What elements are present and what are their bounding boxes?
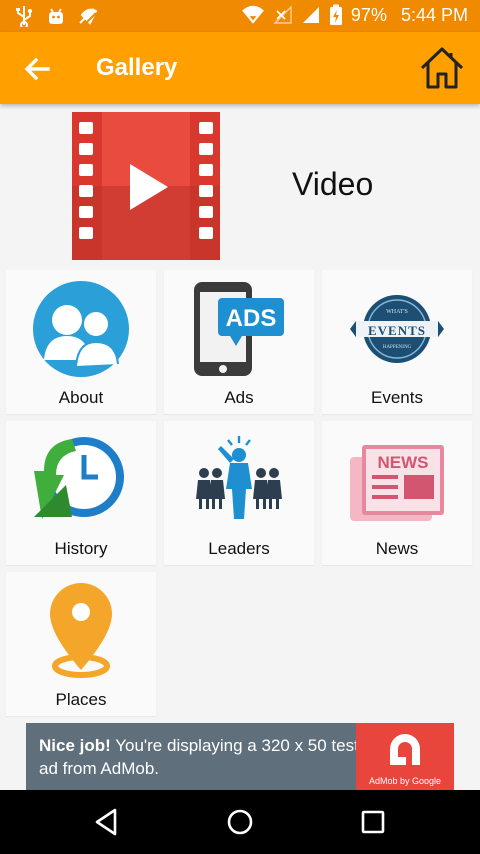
- admob-icon: [390, 734, 420, 765]
- status-right: 97% 5:44 PM: [241, 4, 468, 26]
- ad-caption: AdMob by Google: [368, 776, 442, 786]
- tile-label: About: [58, 388, 104, 407]
- tile-history[interactable]: History: [6, 421, 156, 565]
- tile-events[interactable]: EVENTS WHAT'S HAPPENING Events: [322, 270, 472, 414]
- news-paper-icon: NEWS: [350, 445, 444, 521]
- battery-level: 97%: [350, 4, 387, 25]
- video-row[interactable]: Video: [0, 108, 480, 264]
- tile-label: Places: [55, 690, 107, 709]
- history-clock-icon: [34, 437, 124, 519]
- nav-recents-icon[interactable]: [357, 806, 389, 838]
- app-bar: Gallery: [0, 32, 480, 104]
- tile-label: Events: [371, 388, 423, 407]
- ad-banner[interactable]: Nice job! You're displaying a 320 x 50 t…: [26, 723, 454, 790]
- svg-text:EVENTS: EVENTS: [368, 323, 426, 338]
- wifi-icon: [242, 5, 264, 24]
- tile-news[interactable]: NEWS News: [322, 421, 472, 565]
- tile-label: Leaders: [208, 539, 270, 558]
- svg-text:NEWS: NEWS: [378, 453, 429, 472]
- nav-home-icon[interactable]: [224, 806, 256, 838]
- tile-places[interactable]: Places: [6, 572, 156, 716]
- tile-about[interactable]: About: [6, 270, 156, 414]
- system-nav-bar: [0, 790, 480, 854]
- no-signal-icon: [273, 5, 292, 24]
- notification-icon: [79, 8, 98, 26]
- tile-label: Ads: [224, 388, 254, 407]
- usb-icon: [16, 6, 32, 27]
- battery-charging-icon: [329, 4, 342, 25]
- place-pin-icon: [50, 583, 112, 678]
- tile-ads[interactable]: ADS Ads: [164, 270, 314, 414]
- signal-icon: [302, 7, 319, 23]
- home-icon[interactable]: [418, 44, 466, 92]
- page-title: Gallery: [96, 54, 178, 81]
- android-icon: [49, 8, 63, 24]
- leaders-group-icon: [196, 436, 282, 519]
- status-left-icons: [14, 5, 98, 27]
- events-badge-icon: EVENTS WHAT'S HAPPENING: [350, 295, 444, 363]
- admob-logo: AdMob by Google: [356, 723, 454, 790]
- nav-back-icon[interactable]: [91, 806, 123, 838]
- svg-text:ADS: ADS: [226, 305, 277, 332]
- video-film-icon: [72, 112, 220, 260]
- ad-text: Nice job! You're displaying a 320 x 50 t…: [39, 734, 359, 780]
- tile-label: News: [375, 539, 419, 558]
- about-people-icon: [33, 281, 129, 377]
- status-bar: 97% 5:44 PM: [0, 0, 480, 32]
- tile-label: History: [54, 539, 108, 558]
- ad-bold: Nice job!: [39, 736, 111, 755]
- video-label: Video: [292, 166, 374, 202]
- tile-leaders[interactable]: Leaders: [164, 421, 314, 565]
- svg-text:HAPPENING: HAPPENING: [383, 345, 412, 350]
- clock: 5:44 PM: [400, 4, 468, 25]
- svg-text:WHAT'S: WHAT'S: [386, 309, 408, 315]
- arrow-left-icon[interactable]: [20, 52, 54, 86]
- ads-phone-icon: ADS: [194, 282, 284, 376]
